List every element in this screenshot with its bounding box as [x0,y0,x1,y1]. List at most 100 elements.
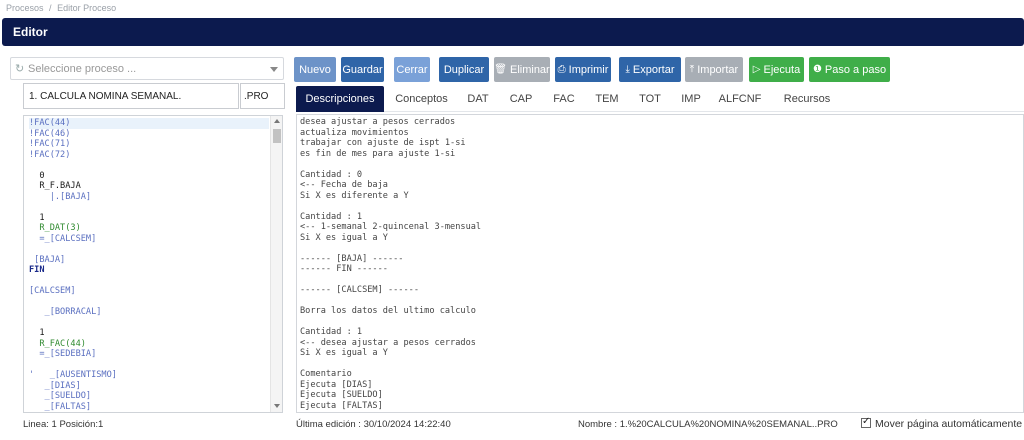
code-line[interactable]: ' _[AUSENTISMO] [29,370,269,381]
code-line[interactable] [29,276,269,287]
code-line[interactable] [29,160,269,171]
code-editor[interactable]: !FAC(44) !FAC(46) !FAC(71) !FAC(72) 0 R_F.B… [23,115,283,413]
imprimir-label: Imprimir [568,63,609,76]
code-line[interactable] [29,244,269,255]
code-line[interactable]: |.[BAJA] [29,192,269,203]
cursor-position: Linea: 1 Posición:1 [23,419,104,430]
tab-cap[interactable]: CAP [501,86,541,112]
code-line[interactable]: R_FAC(44) [29,339,269,350]
tab-tem[interactable]: TEM [587,86,627,112]
tab-conceptos[interactable]: Conceptos [388,86,455,112]
loading-icon: ↻ [15,63,25,75]
code-line[interactable]: 1 [29,213,269,224]
description-line: trabajar con ajuste de ispt 1-si [300,138,466,148]
code-line-text: |.[BAJA] [29,191,92,202]
code-line[interactable]: 1 [29,328,269,339]
breadcrumb: Procesos / Editor Proceso [6,3,119,13]
process-select-placeholder: Seleccione proceso ... [28,63,137,75]
scroll-down-icon[interactable] [274,404,280,408]
code-line[interactable]: =_[CALCSEM] [29,234,269,245]
code-line[interactable] [29,360,269,371]
code-line-text: [CALCSEM] [29,286,76,296]
description-line: desea ajustar a pesos cerrados [300,117,456,127]
cerrar-label: Cerrar [396,63,428,76]
code-line[interactable]: !FAC(71) [29,139,269,150]
code-line[interactable]: [CALCSEM] [29,286,269,297]
tab-dat[interactable]: DAT [458,86,498,112]
code-line-text: _[DIAS] [29,380,81,391]
tab-imp[interactable]: IMP [673,86,709,112]
breadcrumb-editor: Editor Proceso [57,3,117,13]
process-name-input[interactable] [23,83,239,109]
tab-fac[interactable]: FAC [544,86,584,112]
code-line[interactable]: _[SUELDO] [29,391,269,402]
tab-alfcnf[interactable]: ALFCNF [714,86,766,112]
process-select[interactable]: ↻ Seleccione proceso ... [10,57,284,80]
tab-descripciones[interactable]: Descripciones [296,86,384,112]
scroll-thumb[interactable] [273,129,281,143]
ejecuta-button[interactable]: ▷ Ejecuta [749,57,804,82]
code-line[interactable]: !FAC(72) [29,150,269,161]
code-line[interactable]: _[DIAS] [29,381,269,392]
exportar-label: Exportar [632,63,675,76]
imprimir-button[interactable]: ⎙ Imprimir [555,57,611,82]
scroll-up-icon[interactable] [274,119,280,123]
description-line [300,243,481,254]
description-line: Ejecuta [DIAS] [300,379,373,390]
code-line[interactable]: R_F.BAJA [29,181,269,192]
description-line: Comentario [300,369,352,379]
description-line [300,159,481,170]
code-line[interactable] [29,202,269,213]
descripciones-text: desea ajustar a pesos cerrados actualiza … [300,117,481,411]
code-line[interactable]: =_[SEDEBIA] [29,349,269,360]
last-edit: Última edición : 30/10/2024 14:22:40 [296,419,451,430]
code-line[interactable]: !FAC(46) [29,129,269,140]
code-line-text: =_[SEDEBIA] [29,349,97,359]
header-bar: Editor [2,18,1024,46]
code-line[interactable] [29,318,269,329]
tab-bar: Descripciones Conceptos DAT CAP FAC TEM … [296,86,1024,112]
code-line-text: 1 [29,212,45,223]
description-line: Si X es diferente a Y [300,190,409,201]
code-lines[interactable]: !FAC(44) !FAC(46) !FAC(71) !FAC(72) 0 R_F.B… [29,118,269,412]
code-line[interactable]: _[BORRACAL] [29,307,269,318]
auto-move-checkbox[interactable] [861,416,871,428]
importar-button[interactable]: ⤒ Importar [685,57,743,82]
paso-a-paso-label: Paso a paso [824,63,887,76]
guardar-button[interactable]: Guardar [341,57,384,82]
chevron-down-icon [270,67,278,72]
tab-tot[interactable]: TOT [630,86,670,112]
paso-a-paso-button[interactable]: ❶ Paso a paso [809,57,890,82]
process-extension-input[interactable] [240,83,285,109]
description-line: <-- desea ajustar a pesos cerrados [300,337,476,348]
duplicar-button[interactable]: Duplicar [439,57,489,82]
code-line[interactable]: [BAJA] [29,255,269,266]
nuevo-button[interactable]: Nuevo [294,57,336,82]
code-line[interactable]: !FAC(44) [29,118,269,129]
code-line-text: R_F.BAJA [29,181,81,191]
code-line-text: _[FALTAS] [29,401,92,412]
description-line: Cantidad : 1 [300,327,363,337]
code-line[interactable] [29,297,269,308]
code-scrollbar[interactable] [270,116,282,412]
code-line[interactable]: _[FALTAS] [29,402,269,413]
descripciones-panel[interactable]: desea ajustar a pesos cerrados actualiza … [296,114,1024,413]
code-line-text: 1 [29,328,45,338]
code-line-text: !FAC(71) [29,139,71,149]
code-line[interactable]: FIN [29,265,269,276]
auto-move-label[interactable]: Mover página automáticamente [875,418,1022,430]
trash-icon: 🗑 [494,64,507,75]
description-line: Si X es igual a Y [300,232,388,243]
exportar-button[interactable]: ⤓ Exportar [619,57,681,82]
tab-recursos[interactable]: Recursos [773,86,841,112]
breadcrumb-procesos[interactable]: Procesos [6,3,44,13]
code-line-text: !FAC(72) [29,149,71,160]
code-line-text: _[SUELDO] [29,391,92,401]
code-line[interactable]: R_DAT(3) [29,223,269,234]
eliminar-button[interactable]: 🗑 Eliminar [494,57,550,82]
code-line[interactable]: 0 [29,171,269,182]
upload-icon: ⤒ [689,64,695,75]
code-line-text: R_FAC(44) [29,338,86,349]
code-line-text: ' _[AUSENTISMO] [29,370,117,380]
cerrar-button[interactable]: Cerrar [394,57,430,82]
